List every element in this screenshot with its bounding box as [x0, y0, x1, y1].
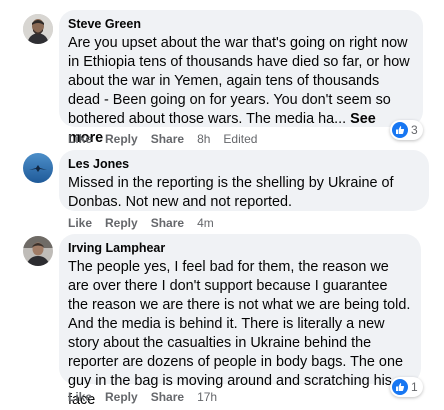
timestamp[interactable]: 8h	[197, 131, 210, 147]
edited-label[interactable]: Edited	[223, 131, 257, 147]
comment-author[interactable]: Les Jones	[68, 156, 419, 172]
avatar[interactable]	[23, 236, 53, 266]
comment-bubble: Steve Green Are you upset about the war …	[59, 10, 423, 146]
like-button[interactable]: Like	[68, 131, 92, 147]
comment-bubble: Les Jones Missed in the reporting is the…	[59, 150, 429, 211]
reply-button[interactable]: Reply	[105, 389, 138, 405]
comment-text: The people yes, I feel bad for them, the…	[68, 259, 411, 408]
comment-actions: Like Reply Share 4m	[68, 215, 227, 231]
avatar[interactable]	[23, 14, 53, 44]
reaction-count-badge[interactable]: 3	[390, 120, 423, 140]
share-button[interactable]: Share	[151, 131, 184, 147]
comment-author[interactable]: Irving Lamphear	[68, 240, 411, 256]
timestamp[interactable]: 17h	[197, 389, 217, 405]
like-button[interactable]: Like	[68, 215, 92, 231]
thumbs-up-icon	[392, 122, 408, 138]
comment-actions: Like Reply Share 8h Edited	[68, 131, 270, 147]
reaction-count: 3	[411, 123, 418, 137]
share-button[interactable]: Share	[151, 215, 184, 231]
comment-text: Missed in the reporting is the shelling …	[68, 175, 394, 210]
share-button[interactable]: Share	[151, 389, 184, 405]
comment-actions: Like Reply Share 17h	[68, 389, 230, 405]
reaction-count: 1	[411, 380, 418, 394]
reply-button[interactable]: Reply	[105, 131, 138, 147]
reply-button[interactable]: Reply	[105, 215, 138, 231]
thumbs-up-icon	[392, 379, 408, 395]
comment-bubble: Irving Lamphear The people yes, I feel b…	[59, 234, 421, 408]
like-button[interactable]: Like	[68, 389, 92, 405]
avatar[interactable]	[23, 153, 53, 183]
timestamp[interactable]: 4m	[197, 215, 214, 231]
reaction-count-badge[interactable]: 1	[390, 377, 423, 397]
comment-author[interactable]: Steve Green	[68, 16, 413, 32]
